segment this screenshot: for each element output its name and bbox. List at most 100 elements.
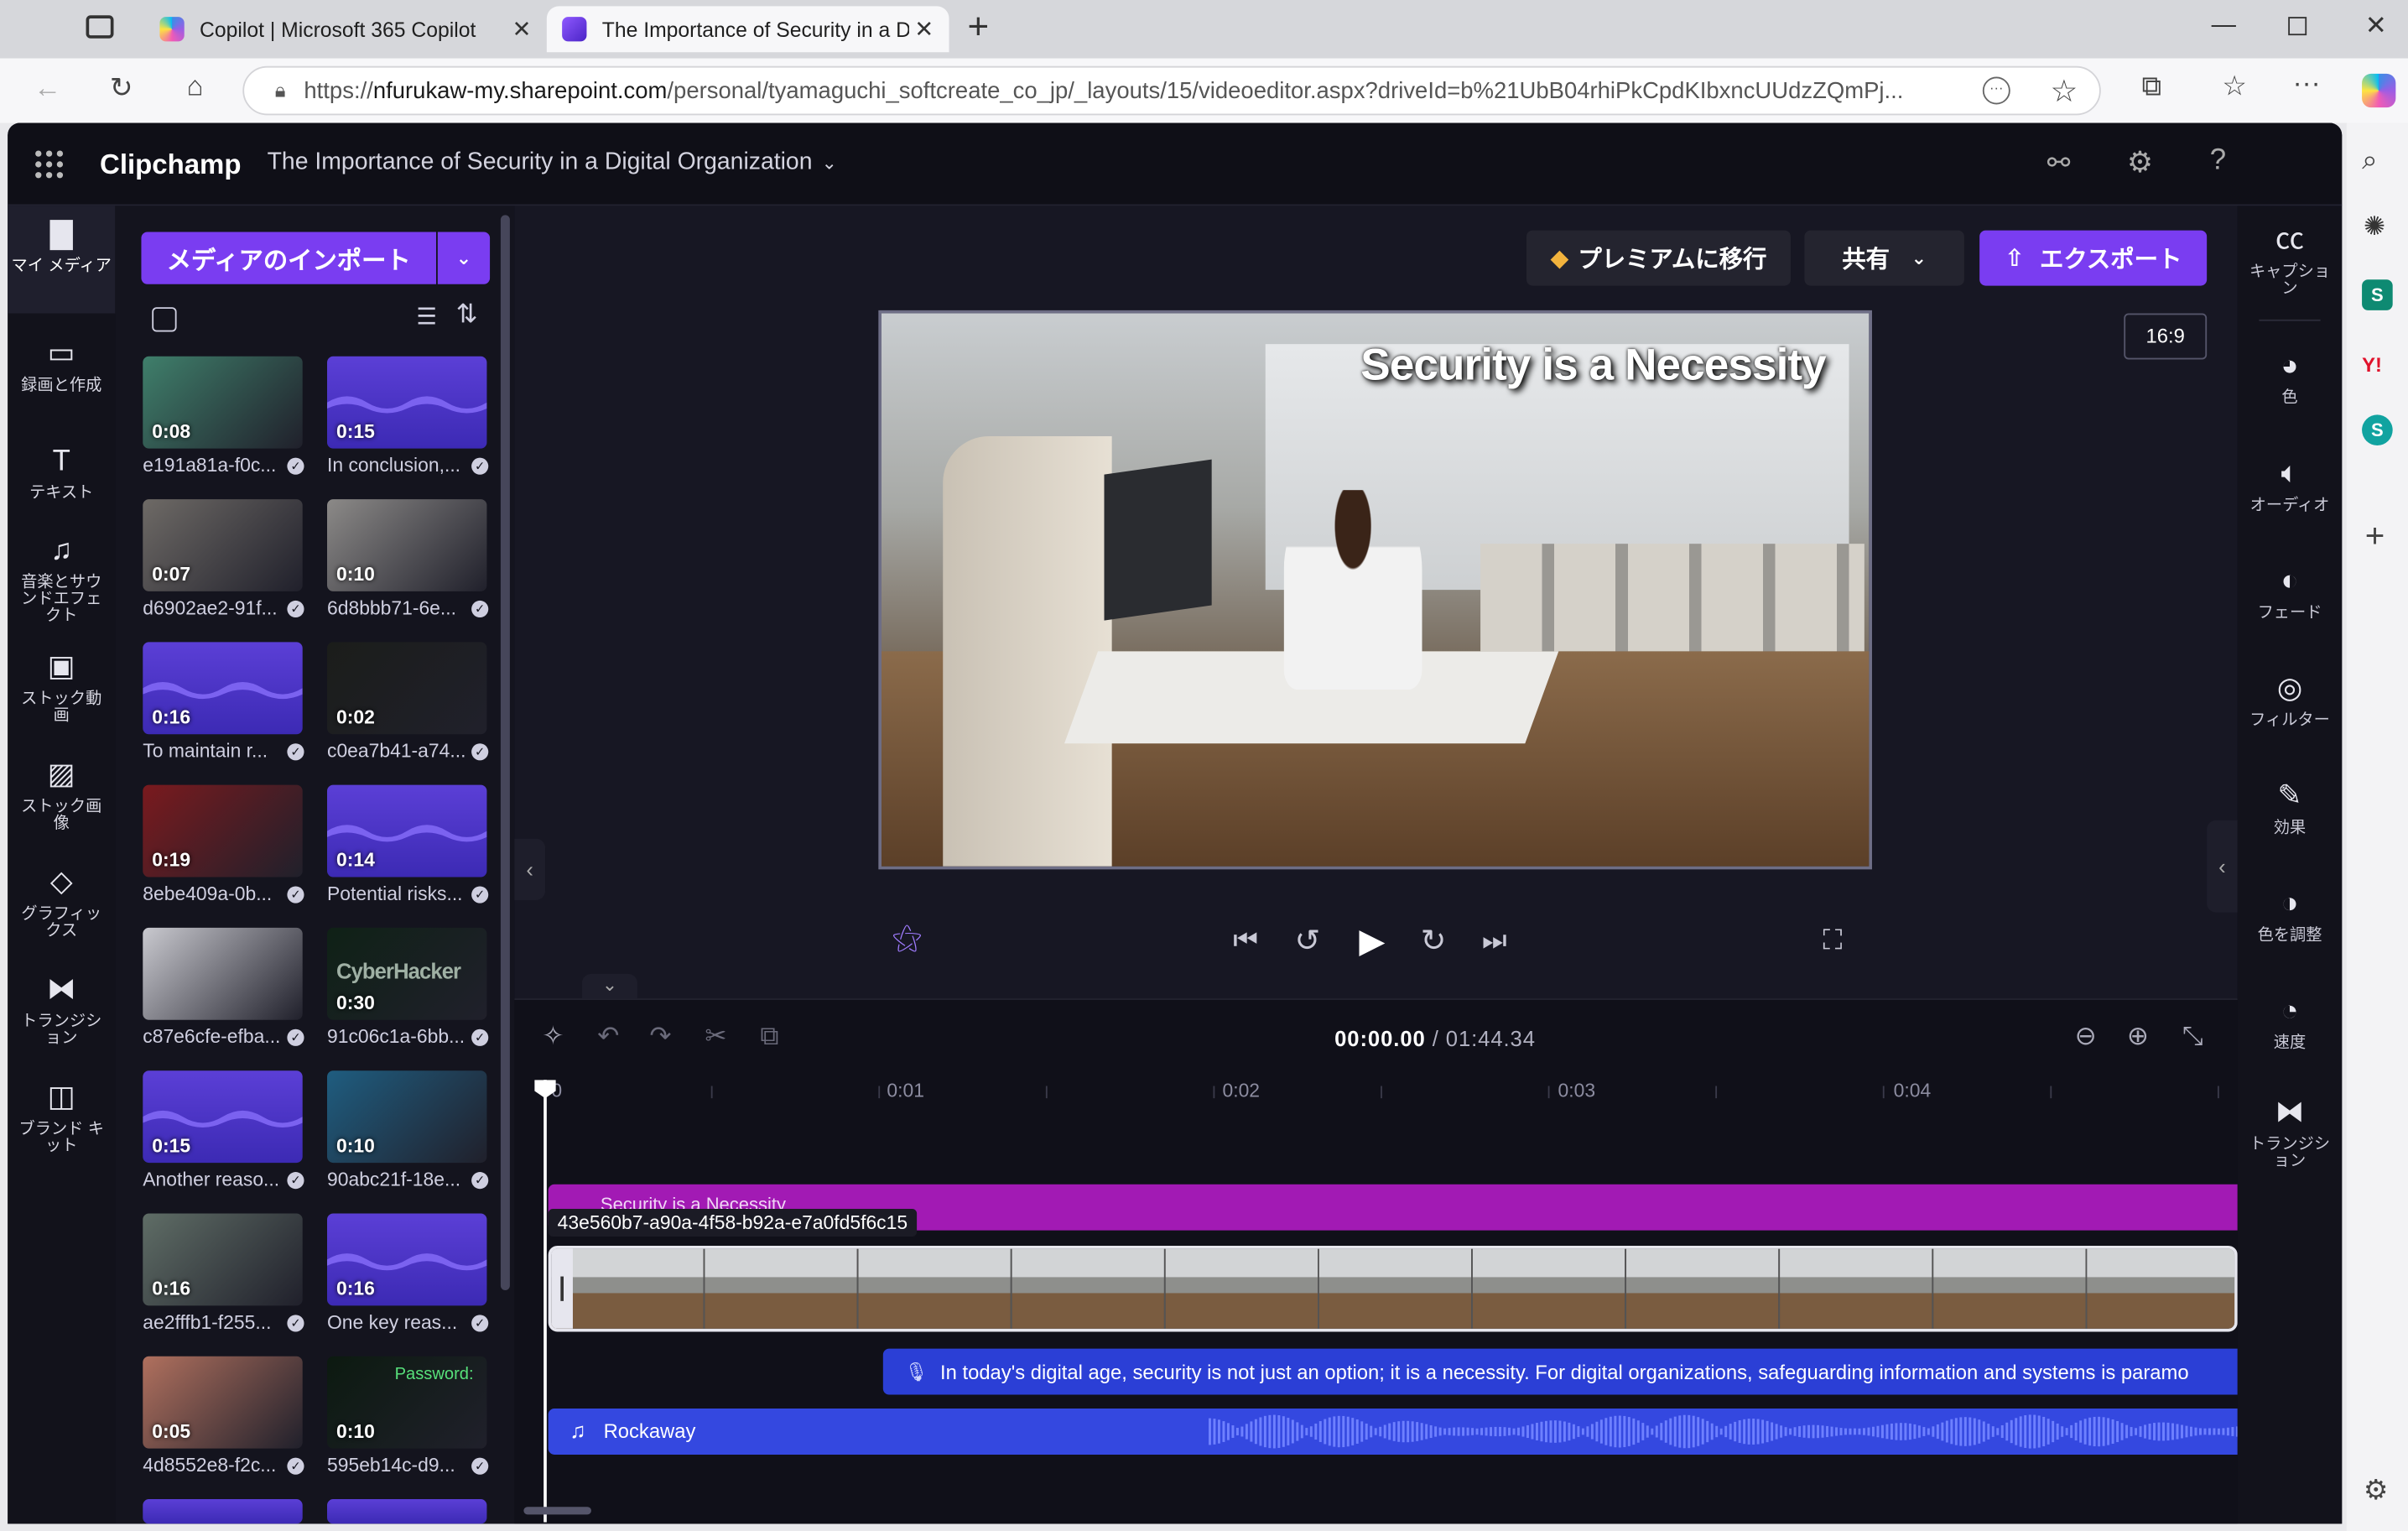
tab-copilot[interactable]: Copilot | Microsoft 365 Copilot ✕ <box>144 6 547 52</box>
close-icon[interactable]: ✕ <box>914 15 934 43</box>
premium-button[interactable]: ◆ プレミアムに移行 <box>1526 230 1791 286</box>
media-thumbnail-audio[interactable]: 0:16 <box>327 1213 487 1306</box>
media-thumbnail-video[interactable]: 0:16 <box>143 1213 303 1306</box>
media-thumbnail-audio[interactable]: 0:16 <box>143 642 303 735</box>
skype-icon[interactable]: S <box>2362 414 2393 445</box>
media-thumbnail-video[interactable]: 0:19 <box>143 784 303 877</box>
audio-clip[interactable]: ♫ Rockaway <box>548 1409 2238 1455</box>
rail-fade[interactable]: ◐ フェード <box>2238 565 2343 622</box>
media-thumbnail-video[interactable]: 0:07 <box>143 499 303 591</box>
caption-clip[interactable]: 🎙︎ In today's digital age, security is n… <box>882 1348 2238 1395</box>
rewind-5-icon[interactable]: ↺ <box>1295 922 1321 961</box>
tab-actions-icon[interactable] <box>86 15 114 39</box>
rail-transition[interactable]: ⧓ トランジション <box>2238 1096 2343 1170</box>
media-thumbnail-video[interactable]: 0:08 <box>143 356 303 449</box>
media-thumbnail-video[interactable]: 0:02 <box>327 642 487 735</box>
skip-back-icon[interactable]: ⏮ <box>1233 924 1258 956</box>
timeline-scrollbar[interactable] <box>523 1507 591 1515</box>
back-icon[interactable]: ← <box>28 72 68 104</box>
rail-my-media[interactable]: ▇ マイ メディア <box>8 206 116 314</box>
sidebar-settings-icon[interactable]: ⚙ <box>2364 1475 2389 1507</box>
magic-icon[interactable]: ✧ <box>542 1022 564 1053</box>
url-field[interactable]: 🔒︎ https://nfurukaw-my.sharepoint.com/pe… <box>242 65 2101 116</box>
media-thumbnail-audio[interactable] <box>327 1499 487 1524</box>
video-preview[interactable]: Security is a Necessity <box>878 310 1872 870</box>
collapse-right-icon[interactable]: ‹ <box>2207 820 2238 913</box>
settings-more-icon[interactable]: ··· <box>2286 68 2327 100</box>
duplicate-icon[interactable]: ⧉ <box>760 1022 778 1053</box>
media-thumbnail-audio[interactable] <box>143 1499 303 1524</box>
help-icon[interactable]: ? <box>2210 144 2226 178</box>
sway-icon[interactable]: S <box>2362 279 2393 310</box>
skip-forward-icon[interactable]: ⏭ <box>1482 924 1507 956</box>
media-thumbnail-video[interactable] <box>143 927 303 1020</box>
rail-record-create[interactable]: ▭ 録画と作成 <box>8 338 115 395</box>
media-thumbnail-video[interactable]: 0:10 <box>327 499 487 591</box>
media-thumbnail-audio[interactable]: 0:15 <box>327 356 487 449</box>
close-icon[interactable]: ✕ <box>512 15 531 43</box>
more-icon[interactable]: ··· <box>1982 76 2010 105</box>
filter-icon[interactable]: ☰ <box>416 303 437 331</box>
reload-icon[interactable]: ↻ <box>101 72 142 104</box>
split-icon[interactable]: ✂ <box>705 1022 726 1053</box>
forward-5-icon[interactable]: ↻ <box>1421 922 1447 961</box>
rail-music[interactable]: ♫ 音楽とサウンドエフェクト <box>8 534 115 625</box>
aspect-ratio-button[interactable]: 16:9 <box>2124 313 2208 360</box>
clip-trim-handle[interactable] <box>551 1248 573 1329</box>
rail-filter[interactable]: ◎ フィルター <box>2238 673 2343 730</box>
import-dropdown-button[interactable]: ⌄ <box>437 232 491 284</box>
select-all-checkbox[interactable] <box>152 307 177 332</box>
play-icon[interactable]: ▶ <box>1359 922 1385 962</box>
rail-text[interactable]: T テキスト <box>8 445 115 503</box>
share-button[interactable]: 共有 ⌄ <box>1804 230 1964 286</box>
window-close-icon[interactable]: ✕ <box>2365 11 2387 42</box>
rail-wand[interactable]: ✎ 効果 <box>2238 780 2343 837</box>
favorites-icon[interactable]: ☆ <box>2214 70 2255 102</box>
video-overlay-title[interactable]: Security is a Necessity <box>1360 341 1826 391</box>
rail-transitions[interactable]: ⧓ トランジション <box>8 974 115 1048</box>
zoom-out-icon[interactable]: ⊖ <box>2075 1022 2097 1053</box>
collapse-left-icon[interactable]: ‹ <box>514 838 546 900</box>
sort-icon[interactable]: ⇅ <box>456 299 478 331</box>
zoom-in-icon[interactable]: ⊕ <box>2127 1022 2149 1053</box>
rail-graphics[interactable]: ◇ グラフィックス <box>8 867 115 940</box>
rail-captions[interactable]: ㏄キャプション <box>2238 224 2343 298</box>
rail-contrast[interactable]: ◑ 色を調整 <box>2238 888 2343 945</box>
undo-icon[interactable]: ↶ <box>597 1022 619 1053</box>
fit-icon[interactable]: ⤡ <box>2182 1022 2203 1053</box>
copilot-button-icon[interactable] <box>2362 73 2396 108</box>
media-thumbnail-video[interactable]: 0:05 <box>143 1356 303 1449</box>
project-title-dropdown[interactable]: The Importance of Security in a Digital … <box>268 149 837 177</box>
media-thumbnail-audio[interactable]: 0:15 <box>143 1070 303 1164</box>
timeline-toggle-icon[interactable]: ⌄ <box>581 973 637 1002</box>
rail-speed[interactable]: ◔ 速度 <box>2238 995 2343 1052</box>
extensions-icon[interactable]: ⧉ <box>2131 70 2171 102</box>
playhead[interactable] <box>543 1080 547 1523</box>
home-icon[interactable]: ⌂ <box>175 70 216 102</box>
media-thumbnail-audio[interactable]: 0:14 <box>327 784 487 877</box>
export-button[interactable]: ⇧ エクスポート <box>1979 230 2208 286</box>
copilot-sidebar-icon[interactable]: ✺ <box>2364 212 2385 243</box>
video-clip[interactable] <box>548 1245 2238 1332</box>
rail-stock-image[interactable]: ▨ ストック画像 <box>8 759 115 833</box>
favorite-star-icon[interactable]: ☆ <box>2050 71 2078 110</box>
redo-icon[interactable]: ↷ <box>650 1022 672 1053</box>
media-thumbnail-video[interactable]: 0:10 <box>327 1070 487 1164</box>
search-icon[interactable]: ⌕ <box>2362 144 2377 176</box>
app-launcher-icon[interactable] <box>35 150 64 179</box>
app-name[interactable]: Clipchamp <box>100 149 241 181</box>
rail-stock-video[interactable]: ▣ ストック動画 <box>8 651 115 725</box>
maximize-icon[interactable] <box>2288 17 2307 36</box>
new-tab-icon[interactable]: + <box>968 6 990 49</box>
add-icon[interactable]: + <box>2365 516 2385 556</box>
share-link-icon[interactable]: ⚯ <box>2047 148 2071 180</box>
minimize-icon[interactable]: — <box>2212 13 2236 40</box>
fullscreen-icon[interactable]: ⛶ <box>1823 924 1842 956</box>
magic-edit-icon[interactable]: ⚝ <box>892 922 923 957</box>
settings-icon[interactable]: ⚙ <box>2127 146 2153 181</box>
yahoo-icon[interactable]: Y! <box>2362 353 2382 376</box>
media-scrollbar[interactable] <box>500 215 510 1291</box>
tab-clipchamp[interactable]: The Importance of Security in a D ✕ <box>546 6 949 53</box>
rail-palette[interactable]: ◕ 色 <box>2238 350 2343 407</box>
rail-speaker[interactable]: 🔈︎ オーディオ <box>2238 458 2343 515</box>
